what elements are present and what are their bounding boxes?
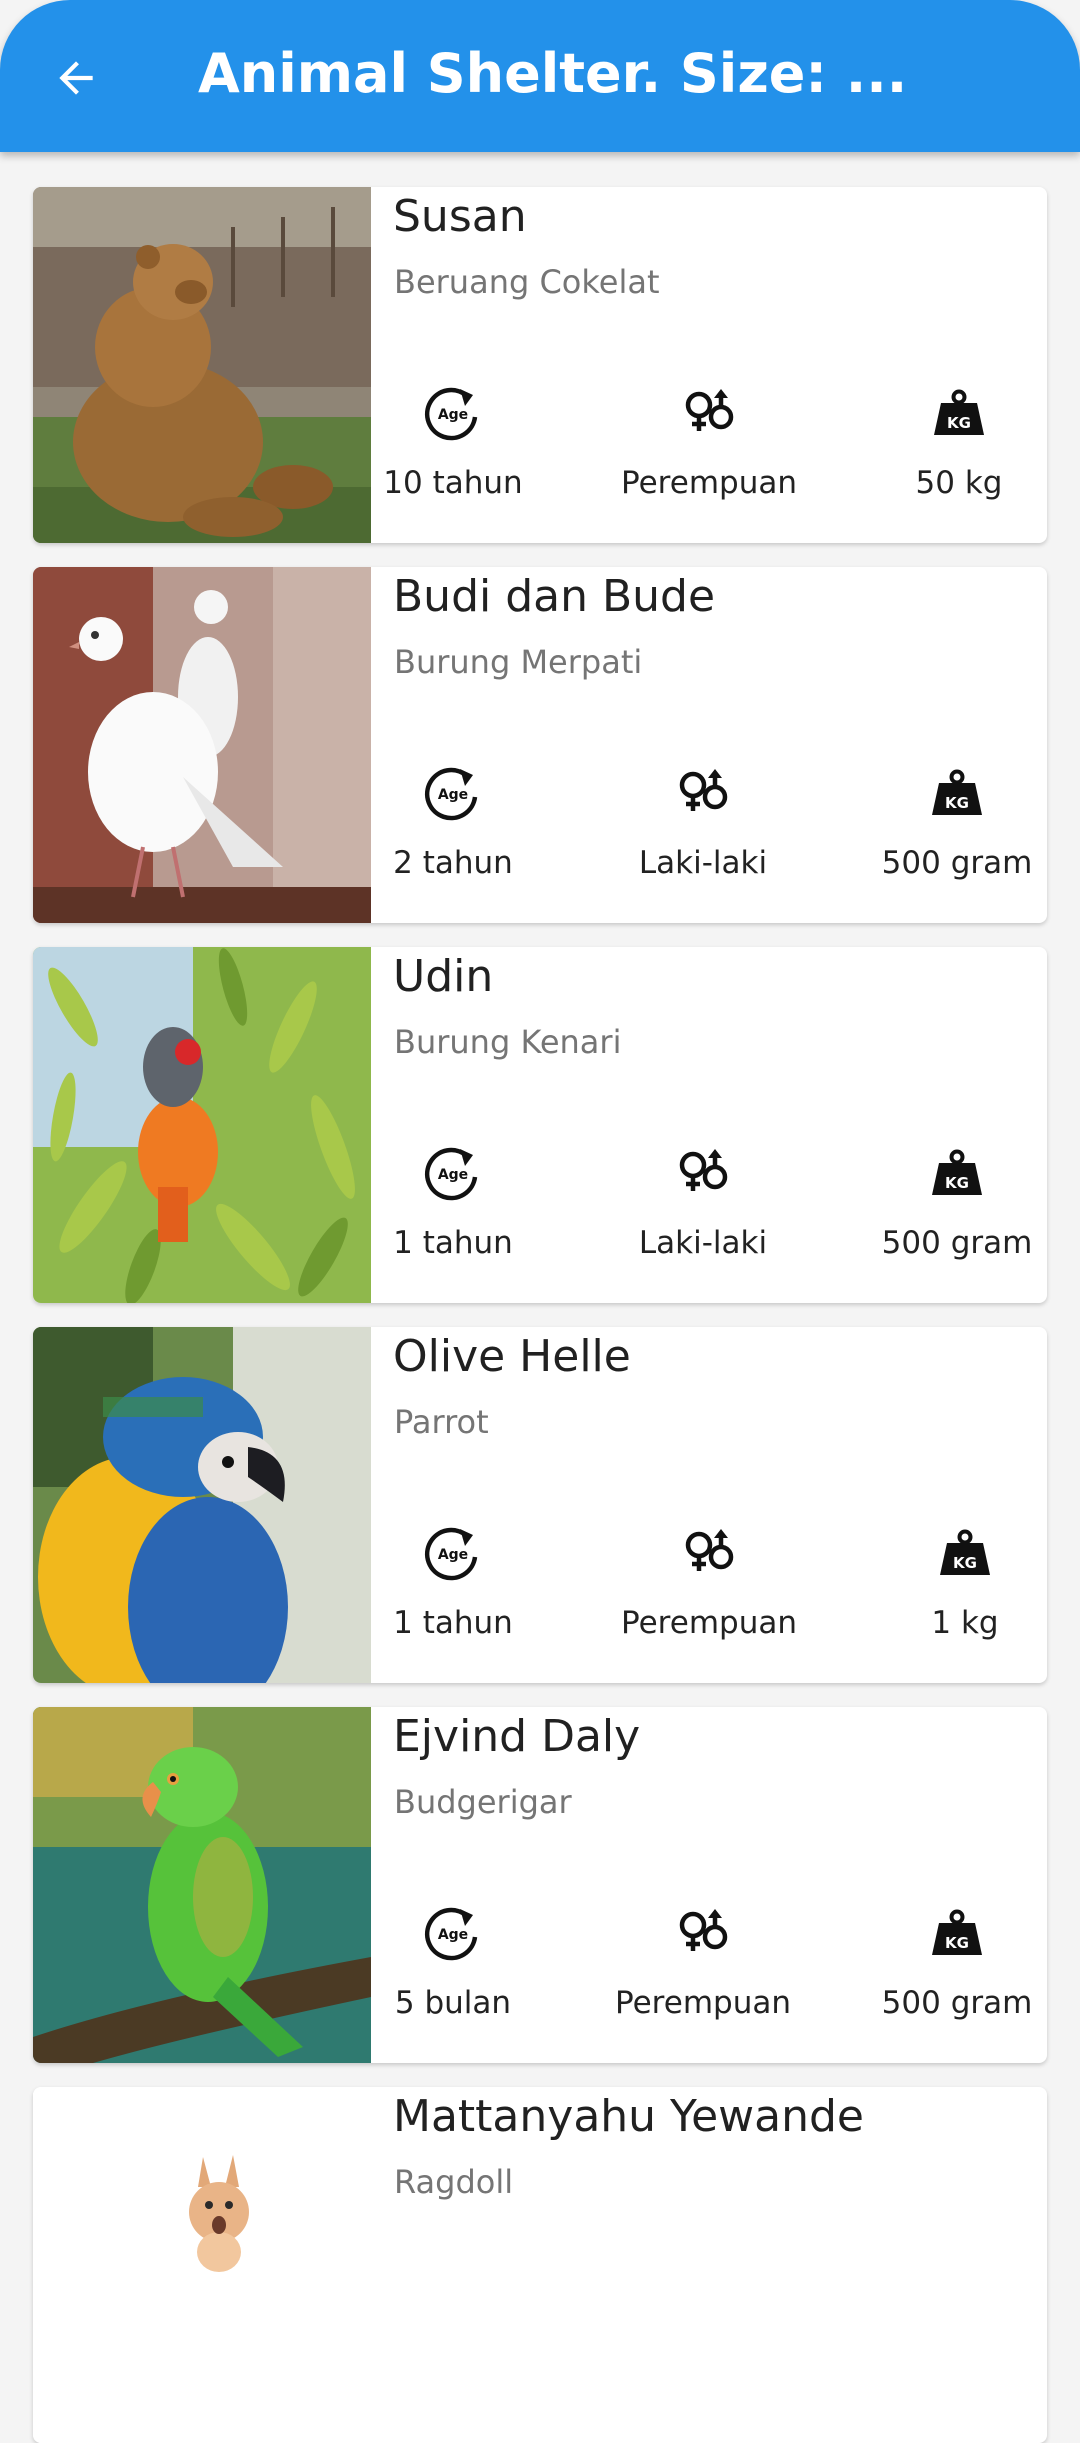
weight-stat: KG 500 gram — [837, 763, 1047, 913]
weight-kg-icon: KG — [940, 1529, 990, 1575]
svg-text:KG: KG — [947, 414, 971, 432]
weight-stat: KG 1 kg — [845, 1523, 1047, 1673]
gender-value: Laki-laki — [638, 845, 768, 881]
weight-value: 50 kg — [915, 465, 1003, 501]
animal-name: Mattanyahu Yewande — [393, 2091, 864, 2142]
age-value: 1 tahun — [393, 1605, 513, 1641]
svg-text:Age: Age — [438, 1167, 468, 1183]
animal-breed: Beruang Cokelat — [394, 263, 660, 301]
animal-photo — [33, 187, 371, 543]
age-icon: Age — [424, 767, 478, 821]
gender-value: Perempuan — [621, 465, 797, 501]
age-value: 1 tahun — [393, 1225, 513, 1261]
weight-value: 500 gram — [881, 1985, 1033, 2021]
age-stat: Age 1 tahun — [333, 1143, 573, 1293]
age-icon: Age — [424, 387, 478, 441]
gender-value: Perempuan — [621, 1605, 797, 1641]
back-button[interactable] — [38, 40, 114, 116]
gender-icon — [685, 389, 734, 431]
svg-text:KG: KG — [945, 1934, 969, 1952]
age-stat: Age 2 tahun — [333, 763, 573, 913]
animal-photo — [33, 1707, 371, 2063]
gender-icon — [679, 1149, 728, 1191]
svg-text:KG: KG — [945, 1174, 969, 1192]
weight-stat: KG 50 kg — [839, 383, 1047, 533]
age-value: 2 tahun — [393, 845, 513, 881]
animal-card[interactable]: Ejvind Daly Budgerigar Age 5 bulan Perem… — [33, 1707, 1047, 2063]
animal-card[interactable]: Mattanyahu Yewande Ragdoll — [33, 2087, 1047, 2443]
animal-breed: Parrot — [394, 1403, 489, 1441]
weight-kg-icon: KG — [932, 769, 982, 815]
weight-kg-icon: KG — [934, 389, 984, 435]
age-stat: Age 10 tahun — [333, 383, 573, 533]
animal-card[interactable]: Susan Beruang Cokelat Age 10 tahun Perem… — [33, 187, 1047, 543]
weight-value: 500 gram — [881, 845, 1033, 881]
gender-icon — [679, 1909, 728, 1951]
age-stat: Age 1 tahun — [333, 1523, 573, 1673]
animal-name: Susan — [393, 191, 527, 242]
age-stat: Age 5 bulan — [333, 1903, 573, 2053]
animal-photo — [33, 2087, 371, 2443]
gender-stat: Perempuan — [589, 1523, 829, 1673]
gender-stat: Perempuan — [589, 383, 829, 533]
animal-name: Olive Helle — [393, 1331, 631, 1382]
weight-kg-icon: KG — [932, 1909, 982, 1955]
animal-card[interactable]: Budi dan Bude Burung Merpati Age 2 tahun… — [33, 567, 1047, 923]
gender-stat: Laki-laki — [583, 763, 823, 913]
gender-stat: Laki-laki — [583, 1143, 823, 1293]
age-icon: Age — [424, 1907, 478, 1961]
age-value: 5 bulan — [394, 1985, 512, 2021]
age-value: 10 tahun — [383, 465, 523, 501]
animal-photo — [33, 947, 371, 1303]
svg-text:Age: Age — [438, 1547, 468, 1563]
weight-kg-icon: KG — [932, 1149, 982, 1195]
weight-value: 1 kg — [931, 1605, 999, 1641]
gender-value: Perempuan — [615, 1985, 791, 2021]
weight-stat: KG 500 gram — [837, 1143, 1047, 1293]
animal-breed: Burung Merpati — [394, 643, 643, 681]
page-title: Animal Shelter. Size: ... — [198, 42, 908, 105]
svg-text:Age: Age — [438, 787, 468, 803]
age-icon: Age — [424, 1147, 478, 1201]
animal-photo — [33, 1327, 371, 1683]
animal-card[interactable]: Udin Burung Kenari Age 1 tahun Laki-laki… — [33, 947, 1047, 1303]
svg-text:Age: Age — [438, 1927, 468, 1943]
gender-stat: Perempuan — [583, 1903, 823, 2053]
app-bar: Animal Shelter. Size: ... — [0, 0, 1080, 152]
animal-breed: Burung Kenari — [394, 1023, 622, 1061]
svg-text:KG: KG — [945, 794, 969, 812]
gender-icon — [679, 769, 728, 811]
age-icon: Age — [424, 1527, 478, 1581]
weight-stat: KG 500 gram — [837, 1903, 1047, 2053]
gender-icon — [685, 1529, 734, 1571]
animal-name: Budi dan Bude — [393, 571, 716, 622]
animal-name: Udin — [393, 951, 494, 1002]
svg-text:KG: KG — [953, 1554, 977, 1572]
animal-photo — [33, 567, 371, 923]
animal-breed: Budgerigar — [394, 1783, 572, 1821]
animal-card[interactable]: Olive Helle Parrot Age 1 tahun Perempuan… — [33, 1327, 1047, 1683]
gender-value: Laki-laki — [638, 1225, 768, 1261]
animal-breed: Ragdoll — [394, 2163, 514, 2201]
svg-text:Age: Age — [438, 407, 468, 423]
arrow-left-icon — [59, 61, 93, 95]
weight-value: 500 gram — [881, 1225, 1033, 1261]
animal-name: Ejvind Daly — [393, 1711, 641, 1762]
